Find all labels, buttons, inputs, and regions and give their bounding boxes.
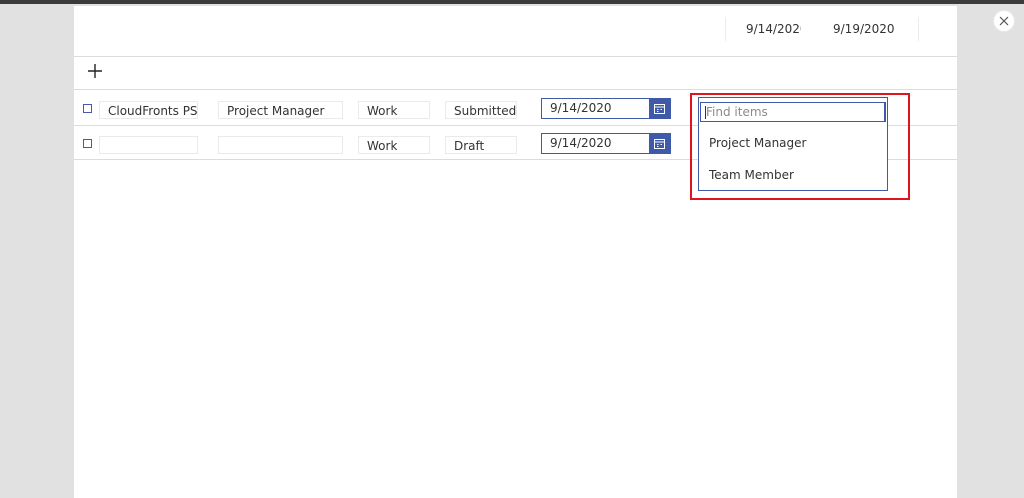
- calendar-button[interactable]: [649, 99, 670, 118]
- window-top-bar: [0, 0, 1024, 4]
- date-value: 9/14/2020: [550, 136, 612, 150]
- dropdown-option-project-manager[interactable]: Project Manager: [699, 128, 887, 158]
- date-value: 9/14/2020: [550, 101, 612, 115]
- close-button[interactable]: [993, 10, 1015, 32]
- divider: [74, 89, 957, 90]
- add-row-button[interactable]: [84, 60, 106, 82]
- header-end-date: 9/19/2020: [813, 17, 919, 41]
- calendar-icon: [654, 138, 665, 149]
- timesheet-panel: [74, 6, 957, 498]
- row-checkbox[interactable]: [83, 104, 92, 113]
- date-picker[interactable]: 9/14/2020: [541, 98, 671, 119]
- plus-icon: [88, 64, 102, 78]
- type-cell[interactable]: Work: [358, 101, 430, 119]
- row-checkbox[interactable]: [83, 139, 92, 148]
- find-items-box[interactable]: [700, 102, 886, 122]
- type-cell[interactable]: Work: [358, 136, 430, 154]
- project-cell[interactable]: CloudFronts PSA: [99, 101, 198, 119]
- status-cell: Draft: [445, 136, 517, 154]
- date-picker[interactable]: 9/14/2020: [541, 133, 671, 154]
- calendar-button[interactable]: [649, 134, 670, 153]
- role-cell[interactable]: Project Manager: [218, 101, 343, 119]
- role-dropdown-list: Project Manager Team Member: [698, 97, 888, 191]
- dropdown-option-team-member[interactable]: Team Member: [699, 160, 887, 190]
- status-cell: Submitted: [445, 101, 517, 119]
- project-cell[interactable]: [99, 136, 198, 154]
- role-cell[interactable]: [218, 136, 343, 154]
- header-start-date: 9/14/2020: [725, 17, 801, 41]
- find-items-input[interactable]: [701, 103, 877, 121]
- calendar-icon: [654, 103, 665, 114]
- divider: [74, 56, 957, 57]
- text-caret: [705, 106, 706, 119]
- close-icon: [999, 16, 1009, 26]
